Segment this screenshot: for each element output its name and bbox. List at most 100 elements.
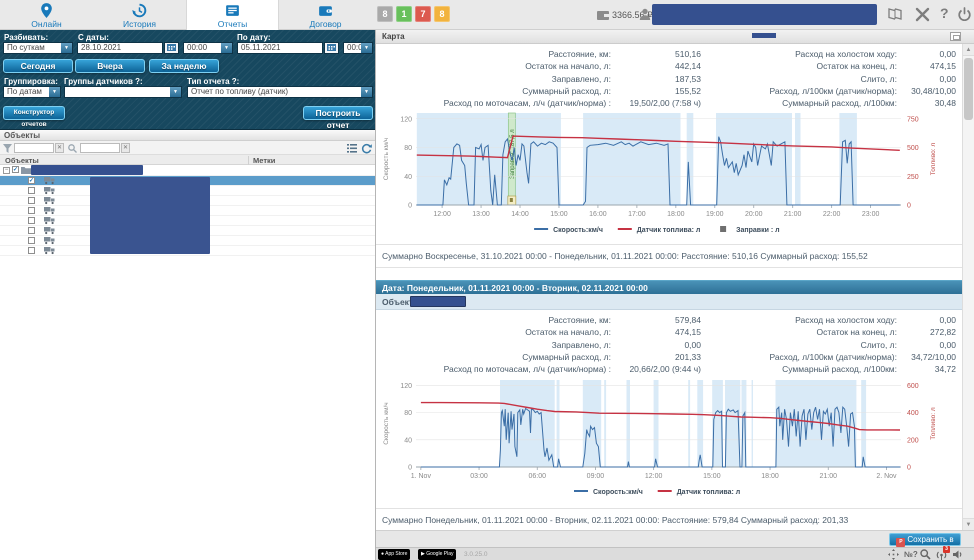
status-badge[interactable]: 8 [434, 6, 450, 22]
object-checkbox[interactable] [28, 197, 35, 204]
object-checkbox[interactable] [28, 187, 35, 194]
scroll-up-arrow[interactable]: ▲ [963, 44, 974, 56]
status-badge[interactable]: 1 [396, 6, 412, 22]
x-tick: 21:00 [784, 211, 802, 218]
stat-value: 34,72/10,00 [897, 351, 956, 363]
object-checkbox[interactable] [28, 237, 35, 244]
x-tick: 12:00 [645, 473, 663, 480]
stat-value: 474,15 [897, 60, 956, 72]
grouping-select[interactable]: По датам▼ [3, 86, 61, 98]
from-time-select[interactable]: 00:00▼ [183, 42, 233, 54]
collapse-expander[interactable]: − [3, 167, 10, 174]
report-constructor-button[interactable]: Конструктор отчетов [3, 106, 65, 120]
day-summary: Суммарно Воскресенье, 31.10.2021 00:00 -… [376, 244, 963, 268]
status-badge[interactable]: 8 [377, 6, 393, 22]
move-map-icon[interactable] [888, 549, 899, 560]
grouping-label: Группировка: [4, 77, 58, 86]
help-icon[interactable]: ? [940, 5, 949, 21]
trip-band [583, 113, 680, 205]
report-icon [224, 2, 241, 19]
google-play-badge[interactable]: ▶ Google Play [418, 549, 456, 560]
group-checkbox[interactable]: ✓ [12, 166, 19, 173]
to-date-input[interactable]: 05.11.2021 [237, 42, 323, 54]
column-objects[interactable]: Объекты [5, 156, 39, 165]
pdf-icon: P [896, 538, 905, 547]
stat-label: Расход, л/100км (датчик/норма): [701, 351, 897, 363]
y-left-tick: 120 [400, 383, 412, 390]
legend-label: Заправки : л [736, 227, 779, 234]
chevron-down-icon: ▼ [221, 43, 232, 53]
chevron-down-icon: ▼ [361, 87, 372, 97]
stat-value: 0,00 [897, 48, 956, 60]
status-badge[interactable]: 7 [415, 6, 431, 22]
objects-toolbar: ✕ ✕ [0, 141, 375, 155]
from-date-input[interactable]: 28.10.2021 [77, 42, 163, 54]
stat-value: 30,48/10,00 [897, 85, 956, 97]
zoom-search-icon[interactable] [920, 549, 931, 560]
x-tick: 14:00 [511, 211, 529, 218]
calendar-icon [167, 43, 176, 51]
tab-reports[interactable]: Отчеты [186, 0, 279, 30]
column-labels[interactable]: Метки [248, 156, 275, 165]
user-name-redacted[interactable] [652, 4, 877, 25]
stat-label: Остаток на начало, л: [381, 326, 611, 338]
map-collapsed-bar[interactable]: Карта [376, 30, 974, 44]
list-view-icon[interactable] [347, 144, 357, 153]
events-antenna-icon[interactable]: 3 [936, 549, 947, 560]
refresh-icon[interactable] [361, 143, 372, 154]
events-count-badge: 3 [943, 546, 950, 553]
logout-power-icon[interactable] [957, 7, 972, 22]
tab-label: Онлайн [0, 19, 93, 29]
today-button[interactable]: Сегодня [3, 59, 73, 73]
legend-label: Скорость:км/ч [553, 227, 603, 234]
y-right-axis-title: Топливо: л [930, 407, 937, 440]
stat-value: 474,15 [611, 326, 701, 338]
to-calendar-button[interactable] [324, 42, 339, 54]
object-checkbox[interactable] [28, 217, 35, 224]
report-type-select[interactable]: Отчет по топливу (датчик)▼ [187, 86, 373, 98]
y-right-tick: 0 [907, 465, 911, 472]
object-checkbox[interactable]: ✓ [28, 177, 35, 184]
sensor-groups-select[interactable]: ▼ [64, 86, 182, 98]
build-report-button[interactable]: Построить отчет [303, 106, 373, 120]
app-store-label: App Store [385, 551, 407, 557]
split-select[interactable]: По суткам▼ [3, 42, 73, 54]
object-checkbox[interactable] [28, 207, 35, 214]
week-button[interactable]: За неделю [149, 59, 219, 73]
guide-book-icon[interactable] [888, 7, 903, 21]
objects-filter-input[interactable] [14, 143, 54, 153]
scroll-down-arrow[interactable]: ▼ [963, 518, 974, 530]
object-checkbox[interactable] [28, 227, 35, 234]
y-left-tick: 0 [408, 203, 412, 210]
truck-icon [44, 176, 55, 185]
y-right-tick: 500 [907, 145, 919, 152]
settings-wrench-icon[interactable] [915, 7, 930, 22]
objects-search-input[interactable] [80, 143, 120, 153]
object-checkbox[interactable] [28, 247, 35, 254]
speed-fuel-chart-day1: Заправка: 187,5 л04080120025050075012:00… [380, 108, 963, 238]
tab-online[interactable]: Онлайн [0, 0, 93, 30]
tab-contract[interactable]: Договор [279, 0, 372, 30]
tree-row-group[interactable]: − ✓ [0, 165, 375, 176]
address-search-icon[interactable]: №? [904, 549, 915, 560]
clear-filter-button[interactable]: ✕ [55, 143, 64, 153]
object-name-redacted-partial [752, 33, 776, 38]
x-tick: 09:00 [587, 473, 605, 480]
chevron-down-icon: ▼ [61, 43, 72, 53]
trip-band [861, 380, 866, 467]
yesterday-button[interactable]: Вчера [75, 59, 145, 73]
app-store-badge[interactable]: ● App Store [378, 549, 410, 560]
save-pdf-button[interactable]: PСохранить в PDF [889, 533, 961, 546]
sound-icon[interactable] [952, 549, 963, 560]
trip-band [654, 380, 659, 467]
to-time-select[interactable]: 00:00▼ [343, 42, 373, 54]
report-scrollbar[interactable]: ▲ ▼ [962, 44, 974, 530]
stat-value: 579,84 [611, 314, 701, 326]
tab-history[interactable]: История [93, 0, 186, 30]
clear-search-button[interactable]: ✕ [121, 143, 130, 153]
scrollbar-thumb[interactable] [964, 58, 973, 120]
stat-value: 442,14 [611, 60, 701, 72]
speed-fuel-chart-day2: 0408012002004006001. Nov03:0006:0009:001… [380, 374, 963, 500]
from-calendar-button[interactable] [164, 42, 179, 54]
expand-panel-icon[interactable] [950, 32, 961, 41]
